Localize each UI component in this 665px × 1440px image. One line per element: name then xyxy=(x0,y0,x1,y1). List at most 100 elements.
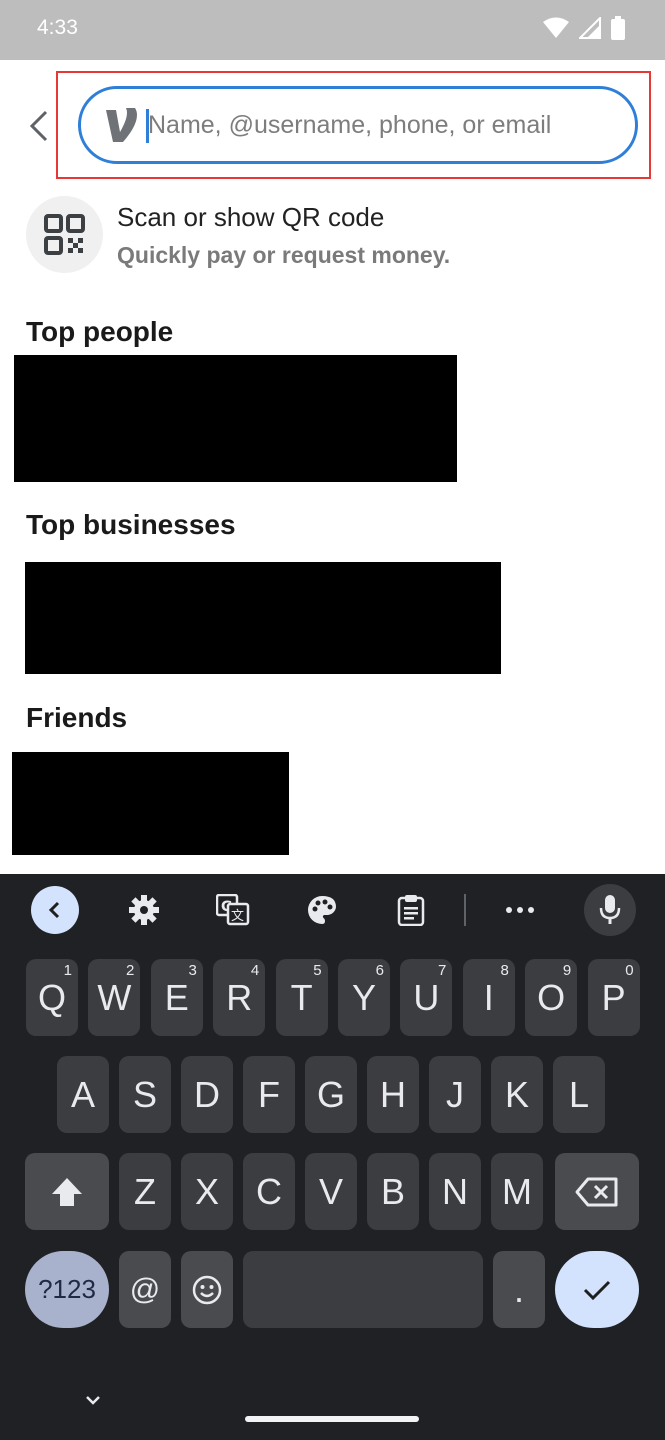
key-c[interactable]: C xyxy=(243,1153,295,1230)
translate-icon: G 文 xyxy=(216,894,250,926)
key-h[interactable]: H xyxy=(367,1056,419,1133)
space-key[interactable] xyxy=(243,1251,483,1328)
key-label: H xyxy=(380,1073,406,1115)
key-label: T xyxy=(290,976,313,1018)
key-i[interactable]: I8 xyxy=(462,959,515,1036)
redacted-top-people xyxy=(14,355,457,482)
key-label: B xyxy=(380,1170,405,1212)
qr-icon-container xyxy=(26,196,103,273)
key-m[interactable]: M xyxy=(491,1153,543,1230)
top-businesses-heading: Top businesses xyxy=(26,509,236,540)
key-l[interactable]: L xyxy=(553,1056,605,1133)
hide-keyboard-icon xyxy=(86,1396,100,1405)
key-label: F xyxy=(258,1073,280,1115)
key-f[interactable]: F xyxy=(243,1056,295,1133)
redacted-top-businesses xyxy=(25,562,501,674)
more-button[interactable] xyxy=(496,886,544,934)
key-b[interactable]: B xyxy=(367,1153,419,1230)
battery-icon xyxy=(611,16,625,40)
backspace-key[interactable] xyxy=(555,1153,639,1230)
status-bar: 4:33 xyxy=(0,0,665,60)
backspace-icon xyxy=(575,1177,618,1206)
key-label: W xyxy=(97,976,132,1018)
clipboard-button[interactable] xyxy=(387,886,435,934)
more-icon xyxy=(506,907,534,913)
key-label: I xyxy=(483,976,494,1018)
key-r[interactable]: R4 xyxy=(213,959,266,1036)
toolbar-divider xyxy=(464,894,466,926)
key-label: U xyxy=(413,976,440,1018)
qr-code-icon xyxy=(44,214,85,255)
key-label: G xyxy=(316,1073,345,1115)
theme-button[interactable] xyxy=(298,886,346,934)
key-o[interactable]: O9 xyxy=(525,959,578,1036)
top-people-heading: Top people xyxy=(26,316,174,347)
key-j[interactable]: J xyxy=(429,1056,481,1133)
key-n[interactable]: N xyxy=(429,1153,481,1230)
friends-heading: Friends xyxy=(26,702,128,733)
key-label: Z xyxy=(134,1170,156,1212)
key-hint: 5 xyxy=(313,962,322,979)
key-hint: 7 xyxy=(438,962,447,979)
key-q[interactable]: Q1 xyxy=(26,959,78,1036)
key-u[interactable]: U7 xyxy=(400,959,453,1036)
settings-button[interactable] xyxy=(120,886,168,934)
check-icon xyxy=(583,1280,611,1300)
key-d[interactable]: D xyxy=(181,1056,233,1133)
wifi-icon xyxy=(543,17,569,38)
period-key[interactable]: . xyxy=(493,1251,545,1328)
keyboard-collapse-button[interactable] xyxy=(31,886,79,934)
back-button[interactable] xyxy=(24,106,54,146)
clipboard-icon xyxy=(397,895,425,926)
key-hint: 2 xyxy=(126,962,135,979)
emoji-key[interactable] xyxy=(181,1251,233,1328)
voice-input-button[interactable] xyxy=(584,884,636,936)
emoji-icon xyxy=(192,1275,222,1304)
key-label: R xyxy=(226,976,253,1018)
translate-button[interactable]: G 文 xyxy=(209,886,257,934)
key-p[interactable]: P0 xyxy=(587,959,640,1036)
enter-key[interactable] xyxy=(555,1251,639,1328)
key-e[interactable]: E3 xyxy=(150,959,203,1036)
hide-keyboard-button[interactable] xyxy=(80,1389,106,1411)
key-y[interactable]: Y6 xyxy=(338,959,390,1036)
palette-icon xyxy=(308,896,336,924)
status-time: 4:33 xyxy=(37,16,78,39)
key-label: D xyxy=(194,1073,220,1115)
key-label: V xyxy=(318,1170,343,1212)
search-input[interactable] xyxy=(148,105,608,145)
shift-icon xyxy=(52,1177,82,1206)
key-hint: 4 xyxy=(250,962,260,979)
key-g[interactable]: G xyxy=(305,1056,357,1133)
key-label: J xyxy=(446,1073,464,1115)
key-hint: 1 xyxy=(63,962,72,979)
key-label: A xyxy=(70,1073,95,1115)
shift-key[interactable] xyxy=(25,1153,109,1230)
navigation-handle[interactable] xyxy=(245,1416,419,1422)
key-v[interactable]: V xyxy=(305,1153,357,1230)
microphone-icon xyxy=(599,895,621,924)
key-w[interactable]: W2 xyxy=(88,959,141,1036)
key-hint: 3 xyxy=(188,962,197,979)
status-icons xyxy=(543,16,625,40)
venmo-logo-icon xyxy=(106,108,137,142)
key-label: C xyxy=(256,1170,282,1212)
key-label: M xyxy=(502,1170,532,1212)
symbols-key[interactable]: ?123 xyxy=(25,1251,109,1328)
search-bar[interactable] xyxy=(78,86,638,164)
key-t[interactable]: T5 xyxy=(275,959,328,1036)
key-label: N xyxy=(442,1170,468,1212)
keyboard-collapse-icon xyxy=(48,901,60,919)
key-a[interactable]: A xyxy=(57,1056,109,1133)
key-k[interactable]: K xyxy=(491,1056,543,1133)
qr-title: Scan or show QR code xyxy=(117,202,385,232)
key-label: O xyxy=(537,976,566,1018)
key-s[interactable]: S xyxy=(119,1056,171,1133)
back-chevron-icon xyxy=(29,110,48,142)
redacted-friends xyxy=(12,752,289,855)
key-x[interactable]: X xyxy=(181,1153,233,1230)
qr-code-row[interactable]: Scan or show QR code Quickly pay or requ… xyxy=(26,196,636,274)
at-key[interactable]: @ xyxy=(119,1251,171,1328)
key-label: S xyxy=(132,1073,157,1115)
key-z[interactable]: Z xyxy=(119,1153,171,1230)
